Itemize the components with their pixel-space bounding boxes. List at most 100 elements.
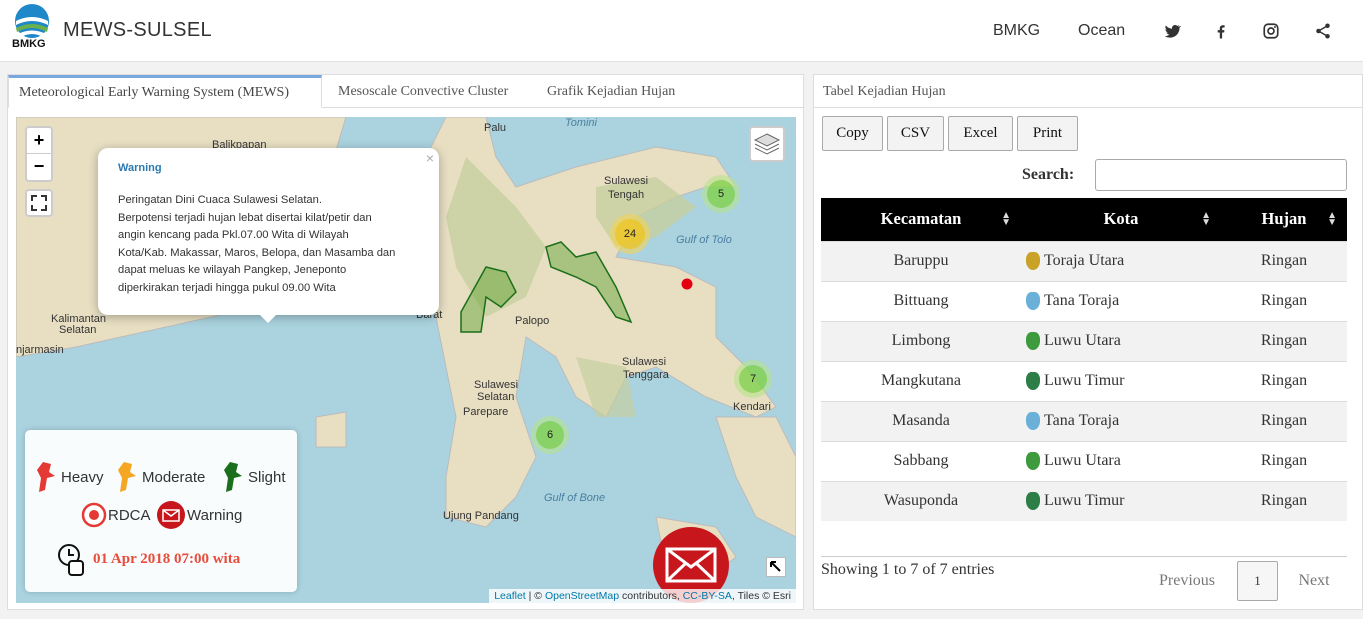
fullscreen-button[interactable]: [25, 189, 53, 217]
column-header-hujan[interactable]: Hujan ▲ ▼: [1221, 198, 1347, 241]
share-icon[interactable]: [1314, 22, 1332, 40]
layers-icon: [753, 133, 781, 155]
kota-wrapper: Tana Toraja: [1021, 292, 1221, 310]
table-row[interactable]: Sabbang Luwu Utara Ringan: [821, 440, 1347, 481]
place-palopo: Palopo: [515, 315, 550, 327]
app-title[interactable]: MEWS-SULSEL: [63, 19, 212, 42]
sulsel-slight-icon: [224, 462, 242, 492]
column-header-kecamatan[interactable]: Kecamatan ▲ ▼: [821, 198, 1021, 241]
attribution-license-link[interactable]: CC-BY-SA: [683, 590, 732, 602]
column-label: Hujan: [1261, 209, 1307, 229]
column-header-kota[interactable]: Kota ▲ ▼: [1021, 198, 1221, 241]
next-page-button[interactable]: Next: [1292, 561, 1336, 601]
tab-mews[interactable]: Meteorological Early Warning System (MEW…: [8, 75, 322, 108]
kota-wrapper: Luwu Utara: [1021, 332, 1221, 350]
kota-wrapper: Luwu Timur: [1021, 372, 1221, 390]
kabupaten-emblem-icon: [1026, 492, 1040, 511]
legend-slight: Slight: [222, 460, 286, 494]
kabupaten-emblem-icon: [1026, 292, 1040, 310]
cell-kecamatan: Baruppu: [821, 240, 1021, 281]
kota-wrapper: Tana Toraja: [1021, 412, 1221, 430]
table-row[interactable]: Masanda Tana Toraja Ringan: [821, 400, 1347, 441]
kabupaten-emblem-icon: [1026, 332, 1040, 350]
place-parepare: Parepare: [463, 406, 509, 418]
tab-mesoscale[interactable]: Mesoscale Convective Cluster: [328, 75, 518, 108]
table-row[interactable]: Wasuponda Luwu Timur Ringan: [821, 480, 1347, 521]
table-row[interactable]: Mangkutana Luwu Timur Ringan: [821, 360, 1347, 401]
cell-kota: Luwu Timur: [1021, 360, 1221, 401]
cell-kecamatan: Limbong: [821, 320, 1021, 361]
attribution-osm-link[interactable]: OpenStreetMap: [545, 590, 619, 602]
marker-cluster[interactable]: 5: [702, 175, 740, 213]
nav-link-ocean[interactable]: Ocean: [1078, 22, 1125, 40]
copy-button[interactable]: Copy: [822, 116, 883, 151]
kota-label: Tana Toraja: [1044, 292, 1120, 309]
marker-cluster[interactable]: 6: [531, 416, 569, 454]
legend-rdca-label: RDCA: [108, 506, 151, 524]
rdca-icon: [81, 502, 107, 528]
sea-bone: Gulf of Bone: [544, 492, 606, 504]
kota-wrapper: Toraja Utara: [1021, 252, 1221, 270]
facebook-icon[interactable]: [1212, 22, 1230, 40]
place-ujung-pandang: Ujung Pandang: [443, 510, 519, 522]
cell-hujan: Ringan: [1221, 360, 1347, 401]
attribution-contrib: contributors,: [619, 590, 683, 602]
table-row[interactable]: Baruppu Toraja Utara Ringan: [821, 240, 1347, 281]
zoom-in-button[interactable]: +: [27, 128, 51, 154]
popup-close-button[interactable]: ×: [426, 150, 434, 166]
previous-page-button[interactable]: Previous: [1153, 561, 1221, 601]
popup-line: diperkirakan terjadi hingga pukul 09.00 …: [118, 281, 336, 294]
cluster-count: 24: [615, 219, 645, 249]
kota-label: Luwu Timur: [1044, 492, 1125, 510]
nav-link-bmkg[interactable]: BMKG: [993, 22, 1040, 40]
legend-heavy-label: Heavy: [61, 468, 104, 486]
column-label: Kecamatan: [880, 209, 962, 229]
zoom-out-button[interactable]: −: [27, 154, 51, 180]
popup-line: dapat meluas ke wilayah Pangkep, Jenepon…: [118, 264, 347, 276]
cell-hujan: Ringan: [1221, 240, 1347, 281]
attribution-leaflet-link[interactable]: Leaflet: [494, 590, 526, 602]
twitter-icon[interactable]: [1163, 22, 1181, 40]
excel-button[interactable]: Excel: [948, 116, 1013, 151]
tab-grafik[interactable]: Grafik Kejadian Hujan: [537, 75, 685, 108]
place-sulteng-1: Sulawesi: [604, 175, 649, 187]
kota-wrapper: Luwu Utara: [1021, 452, 1221, 470]
legend-slight-label: Slight: [248, 468, 286, 486]
layers-button[interactable]: [749, 126, 785, 162]
csv-button[interactable]: CSV: [887, 116, 944, 151]
kota-label: Tana Toraja: [1044, 412, 1120, 429]
table-row[interactable]: Limbong Luwu Utara Ringan: [821, 320, 1347, 361]
kota-label: Toraja Utara: [1044, 252, 1125, 269]
marker-cluster[interactable]: 24: [610, 214, 650, 254]
place-sulsel-2: Selatan: [477, 391, 515, 403]
cell-kota: Luwu Utara: [1021, 320, 1221, 361]
print-button[interactable]: Print: [1017, 116, 1078, 151]
search-input[interactable]: [1095, 159, 1347, 191]
clock-hand-icon: [58, 544, 84, 576]
popup-tip: [258, 313, 278, 323]
sea-tolo: Gulf of Tolo: [676, 234, 732, 246]
marker-cluster[interactable]: 7: [734, 360, 772, 398]
popup-line: Berpotensi terjadi hujan lebat disertai …: [118, 211, 372, 224]
zoom-control: + −: [25, 126, 53, 182]
cluster-count: 5: [707, 180, 735, 208]
kota-label: Luwu Timur: [1044, 372, 1125, 389]
place-palu: Palu: [484, 122, 507, 134]
table-row[interactable]: Bittuang Tana Toraja Ringan: [821, 280, 1347, 321]
expand-button[interactable]: [766, 557, 786, 577]
page-1-button[interactable]: 1: [1237, 561, 1278, 601]
cell-kota: Luwu Timur: [1021, 480, 1221, 521]
cell-kota: Tana Toraja: [1021, 280, 1221, 321]
instagram-icon[interactable]: [1262, 22, 1280, 40]
cluster-count: 6: [536, 421, 564, 449]
attribution-sep: | ©: [525, 590, 545, 602]
cell-kota: Tana Toraja: [1021, 400, 1221, 441]
cell-kecamatan: Mangkutana: [821, 360, 1021, 401]
cell-kecamatan: Masanda: [821, 400, 1021, 441]
place-sultra-2: Tenggara: [623, 369, 669, 381]
cell-kota: Luwu Utara: [1021, 440, 1221, 481]
fullscreen-icon: [31, 195, 47, 211]
popup-line: Peringatan Dini Cuaca Sulawesi Selatan.: [118, 194, 322, 206]
map-view[interactable]: Palu Tomini Sulawesi Tengah Gulf of Tolo…: [16, 117, 796, 603]
place-sulteng-2: Tengah: [608, 189, 645, 201]
